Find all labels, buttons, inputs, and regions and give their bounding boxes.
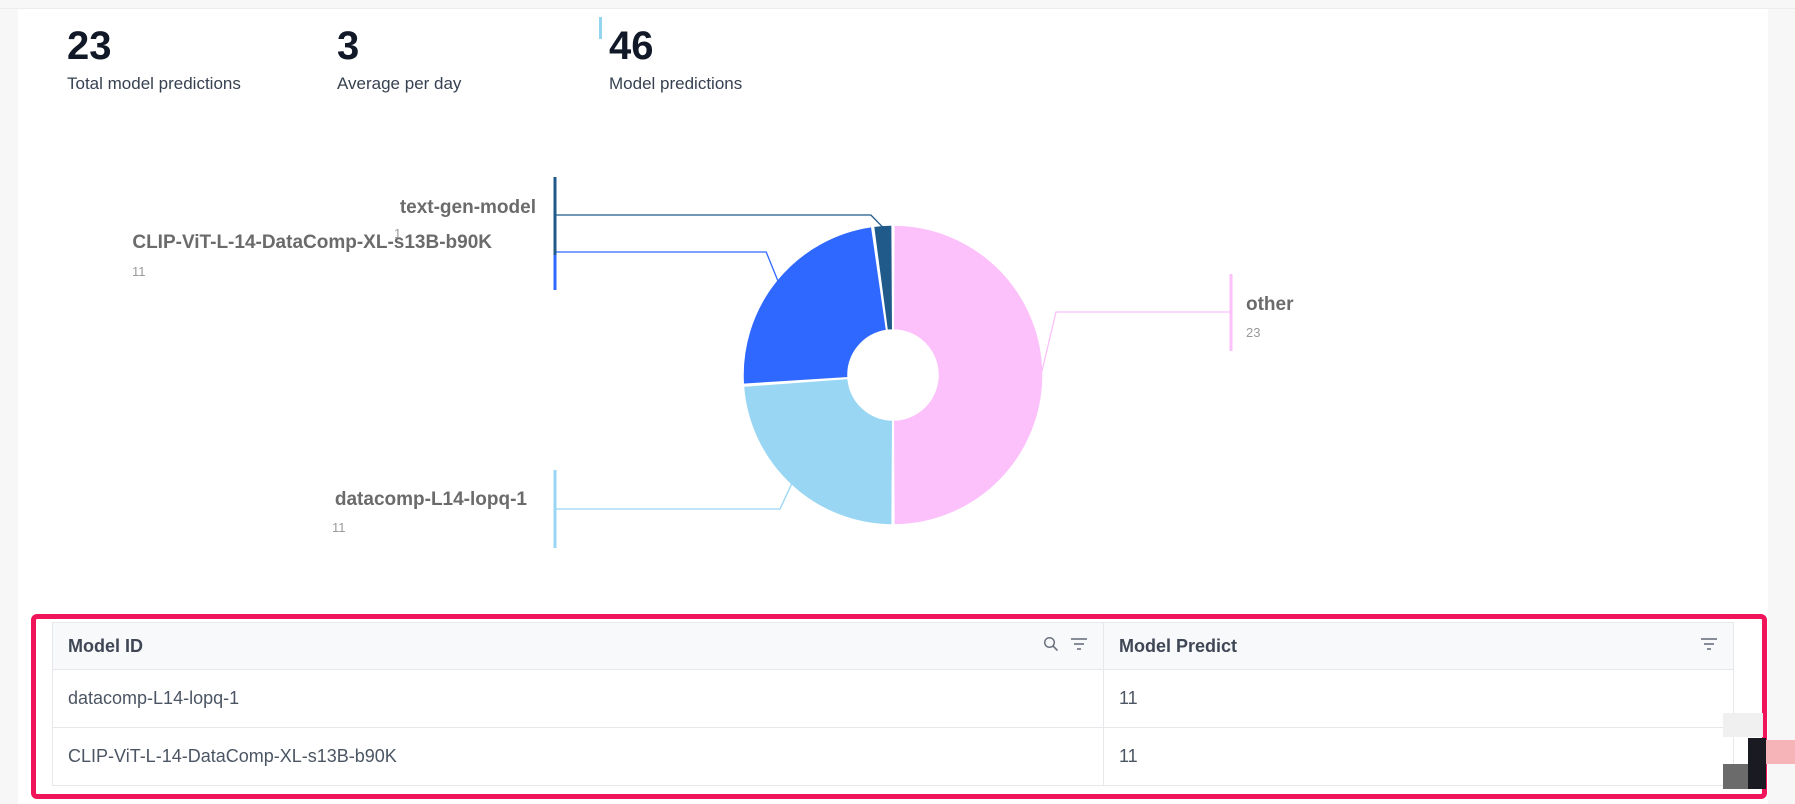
slice-label-name: other — [1246, 294, 1294, 315]
leader-line — [1040, 311, 1231, 376]
corner-artifact — [1723, 764, 1750, 789]
column-header-model-id[interactable]: Model ID — [53, 623, 1104, 669]
cell-model-predict: 11 — [1119, 746, 1138, 766]
cell-model-predict: 11 — [1119, 688, 1138, 708]
slice-label-name: datacomp-L14-lopq-1 — [335, 489, 528, 510]
table-row[interactable]: datacomp-L14-lopq-1 11 — [53, 670, 1733, 728]
leader-line — [555, 482, 793, 510]
filter-icon[interactable] — [1699, 636, 1719, 652]
pie-slice-other[interactable] — [892, 224, 1044, 526]
search-icon[interactable] — [1043, 636, 1059, 652]
leader-line — [555, 214, 884, 228]
slice-label-name: CLIP-ViT-L-14-DataComp-XL-s13B-b90K — [132, 232, 492, 253]
donut-chart: other 23 datacomp-L14-lopq-1 11 CLIP-ViT-L-1… — [132, 177, 1294, 548]
filter-icon[interactable] — [1069, 636, 1089, 652]
cell-model-id: CLIP-ViT-L-14-DataComp-XL-s13B-b90K — [53, 728, 1104, 785]
column-header-label: Model ID — [68, 635, 143, 656]
predictions-table: Model ID Model Predict datacomp-L14-lopq… — [52, 622, 1734, 786]
pie-slice-datacomp-L14-lopq-1[interactable] — [742, 377, 894, 526]
slice-label-name: text-gen-model — [400, 197, 536, 218]
leader-line — [555, 251, 779, 282]
slice-label-value: 23 — [1246, 325, 1260, 340]
pie-slice-CLIP-ViT-L-14-DataComp-XL-s13B-b90K[interactable] — [742, 225, 888, 386]
cell-model-id: datacomp-L14-lopq-1 — [53, 670, 1104, 727]
table-header: Model ID Model Predict — [53, 623, 1733, 670]
slice-label-value: 11 — [132, 264, 146, 279]
slice-label-value: 11 — [332, 520, 346, 535]
corner-artifact — [1766, 740, 1795, 764]
slice-label-value: 1 — [394, 226, 401, 241]
column-header-label: Model Predict — [1119, 635, 1238, 656]
corner-artifact — [1748, 738, 1766, 789]
column-header-model-predict[interactable]: Model Predict — [1104, 623, 1733, 669]
table-row[interactable]: CLIP-ViT-L-14-DataComp-XL-s13B-b90K 11 — [53, 728, 1733, 786]
corner-artifact — [1723, 713, 1763, 737]
